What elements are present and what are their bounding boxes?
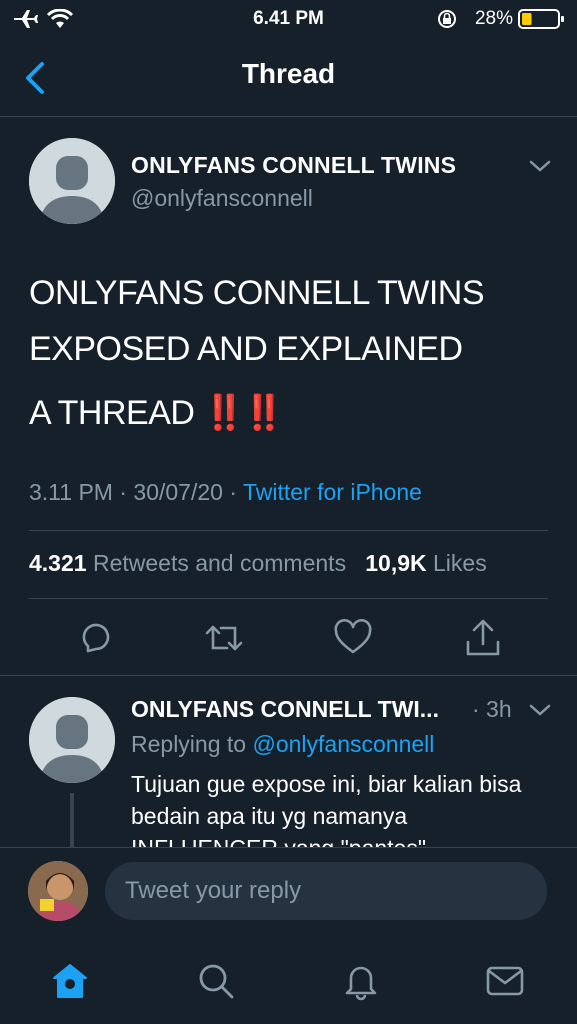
divider <box>0 675 577 676</box>
battery-icon <box>518 9 564 29</box>
reply-icon[interactable] <box>74 618 114 658</box>
notifications-icon[interactable] <box>341 961 381 1001</box>
meta-separator: · <box>119 479 128 505</box>
chevron-down-icon[interactable] <box>528 702 552 718</box>
retweets-stat[interactable]: 4.321 Retweets and comments <box>29 550 346 576</box>
reply-author-avatar[interactable] <box>29 697 115 783</box>
like-icon[interactable] <box>333 618 373 658</box>
replying-label: Replying to <box>131 731 247 757</box>
reply-input[interactable] <box>105 862 547 920</box>
meta-separator: · <box>229 479 237 505</box>
user-photo <box>28 861 88 921</box>
tweet-text: ONLYFANS CONNELL TWINS EXPOSED AND EXPLA… <box>29 265 559 441</box>
retweet-icon[interactable] <box>204 618 244 658</box>
rotation-lock-icon <box>438 10 456 28</box>
page-title: Thread <box>241 58 336 89</box>
divider <box>29 598 548 599</box>
tab-bar <box>0 937 577 1024</box>
author-handle[interactable]: @onlyfansconnell <box>131 185 313 212</box>
double-exclamation-emoji: ‼️‼️ <box>203 394 285 432</box>
thread-connector-line <box>70 793 74 853</box>
home-icon[interactable] <box>50 961 90 1001</box>
retweets-count: 4.321 <box>29 550 87 576</box>
tweet-meta: 3.11 PM · 30/07/20 · Twitter for iPhone <box>29 479 422 506</box>
replying-handle-link[interactable]: @onlyfansconnell <box>252 731 434 757</box>
search-icon[interactable] <box>196 961 236 1001</box>
likes-stat[interactable]: 10,9K Likes <box>365 550 486 576</box>
tweet-text-line1: ONLYFANS CONNELL TWINS <box>29 274 485 312</box>
tweet-source-link[interactable]: Twitter for iPhone <box>243 479 422 505</box>
nav-bar: Thread <box>0 40 577 117</box>
chevron-down-icon[interactable] <box>528 158 552 174</box>
status-bar: 6.41 PM 28% <box>0 0 577 38</box>
replying-to: Replying to @onlyfansconnell <box>131 731 434 758</box>
author-avatar[interactable] <box>29 138 115 224</box>
default-avatar-icon <box>29 697 115 783</box>
messages-icon[interactable] <box>485 961 525 1001</box>
default-avatar-icon <box>29 138 115 224</box>
likes-label: Likes <box>433 550 487 576</box>
retweets-label: Retweets and comments <box>92 550 347 576</box>
reply-text[interactable]: Tujuan gue expose ini, biar kalian bisa … <box>131 768 551 848</box>
likes-count: 10,9K <box>365 550 427 576</box>
tweet-stats: 4.321 Retweets and comments 10,9K Likes <box>29 550 487 577</box>
tweet-time: 3.11 PM <box>29 479 113 505</box>
tweet-text-line3-words: A THREAD <box>29 394 195 432</box>
share-icon[interactable] <box>463 618 503 658</box>
battery-percent: 28% <box>474 8 513 29</box>
tweet-actions <box>0 618 577 658</box>
author-name[interactable]: ONLYFANS CONNELL TWINS <box>131 152 456 179</box>
tweet-text-line3: A THREAD ‼️‼️ <box>29 385 559 441</box>
tweet-date: 30/07/20 <box>133 479 223 505</box>
divider <box>29 530 548 531</box>
user-avatar[interactable] <box>28 861 88 921</box>
reply-author-name[interactable]: ONLYFANS CONNELL TWI... <box>131 696 439 723</box>
tweet-text-line2: EXPOSED AND EXPLAINED <box>29 330 463 368</box>
reply-time: · 3h <box>472 696 512 722</box>
